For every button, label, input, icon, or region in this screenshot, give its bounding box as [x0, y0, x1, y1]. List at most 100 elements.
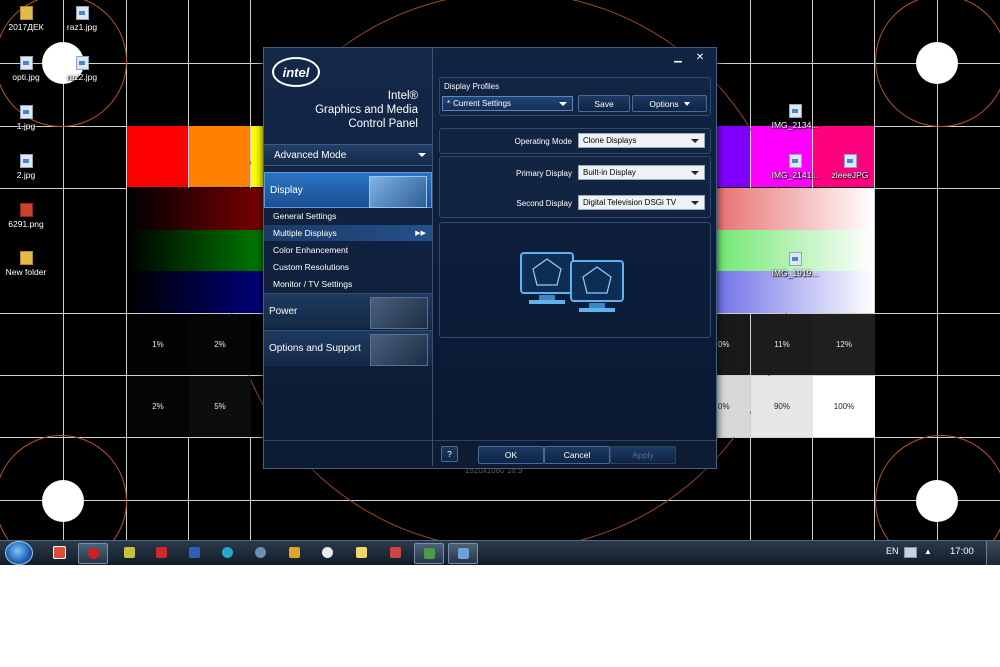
chevron-down-icon	[691, 171, 699, 175]
operating-mode-value: Clone Displays	[583, 136, 637, 145]
profile-options-button[interactable]: Options	[632, 95, 707, 112]
show-desktop-button[interactable]	[986, 541, 1000, 565]
desktop-icon-folder[interactable]: 2017ДЕК	[0, 6, 56, 32]
close-button[interactable]: ✕	[690, 51, 710, 64]
chevron-down-icon	[691, 201, 699, 205]
second-display-select[interactable]: Digital Television DSGi TV	[578, 195, 705, 210]
taskbar-app[interactable]	[313, 543, 341, 562]
image-file-icon	[788, 104, 802, 118]
subnav-color-enhancement[interactable]: Color Enhancement	[264, 242, 432, 258]
taskbar-app[interactable]	[347, 543, 375, 562]
app-icon	[389, 547, 401, 558]
image-file-icon	[843, 154, 857, 168]
intel-logo: intel	[272, 57, 320, 87]
subnav-general-settings[interactable]: General Settings	[264, 208, 432, 224]
desktop-icon-label: IMG_2141...	[771, 170, 819, 180]
desktop-icon-png[interactable]: 6291.png	[0, 203, 56, 229]
mode-dropdown-label: Advanced Mode	[274, 149, 347, 161]
content-pane: ▁ ✕ Display Profiles * Current Settings …	[432, 48, 716, 467]
folder-icon	[19, 6, 33, 20]
image-file-icon	[75, 56, 89, 70]
nav-power[interactable]: Power	[264, 293, 432, 329]
desktop-icon-folder[interactable]: New folder	[0, 251, 56, 277]
taskbar-app[interactable]	[147, 543, 175, 562]
subnav-multiple-displays[interactable]: Multiple Displays ▶▶	[264, 225, 432, 241]
desktop-icon-label: New folder	[5, 267, 47, 277]
second-display-value: Digital Television DSGi TV	[583, 198, 677, 207]
app-icon	[221, 547, 233, 558]
save-profile-button[interactable]: Save	[578, 95, 630, 112]
navigation-pane: intel Intel® Graphics and Media Control …	[264, 48, 432, 467]
test-dot	[42, 480, 84, 522]
grid-line	[874, 0, 875, 540]
color-swatch	[251, 126, 263, 187]
desktop-icon-label: IMG_1919...	[771, 268, 819, 278]
monitor-icon	[369, 176, 427, 208]
desktop-icon-image[interactable]: IMG_2134...	[765, 104, 825, 130]
gradient-band-green	[127, 230, 263, 272]
app-icon	[321, 547, 333, 558]
cancel-button[interactable]: Cancel	[544, 446, 610, 464]
image-file-icon	[788, 252, 802, 266]
mode-dropdown[interactable]: Advanced Mode	[264, 144, 432, 166]
close-icon: ✕	[695, 52, 705, 63]
taskbar-app[interactable]	[246, 543, 274, 562]
taskbar-app[interactable]	[381, 543, 409, 562]
desktop-icon-label: raz2.jpg	[66, 72, 98, 82]
color-swatch	[189, 126, 250, 187]
minimize-button[interactable]: ▁	[668, 51, 688, 64]
show-hidden-icons-arrow[interactable]: ▲	[924, 547, 932, 556]
primary-display-select[interactable]: Built-in Display	[578, 165, 705, 180]
intel-control-panel-window: intel Intel® Graphics and Media Control …	[263, 47, 717, 469]
taskbar-app[interactable]	[280, 543, 308, 562]
desktop-icon-image[interactable]: raz2.jpg	[52, 56, 112, 82]
chevron-down-icon	[418, 153, 426, 157]
subnav-monitor-tv-settings[interactable]: Monitor / TV Settings	[264, 276, 432, 292]
desktop-icon-image[interactable]: raz1.jpg	[52, 6, 112, 32]
image-file-icon	[75, 6, 89, 20]
desktop-icon-image[interactable]: IMG_2141...	[765, 154, 825, 180]
desktop-icon-label: 2017ДЕК	[8, 22, 44, 32]
percent-cell: 11%	[751, 314, 813, 375]
nav-options-support[interactable]: Options and Support	[264, 330, 432, 366]
profile-select[interactable]: * Current Settings	[442, 96, 573, 111]
primary-display-value: Built-in Display	[583, 168, 636, 177]
help-button[interactable]: ?	[441, 446, 458, 462]
desktop-icon-image[interactable]: IMG_1919...	[765, 252, 825, 278]
gradient-band-blue	[127, 271, 263, 313]
nav-display[interactable]: Display	[264, 172, 432, 208]
language-indicator[interactable]: EN	[886, 546, 899, 556]
power-icon	[370, 297, 428, 329]
taskbar-app[interactable]	[115, 543, 143, 562]
operating-mode-select[interactable]: Clone Displays	[578, 133, 705, 148]
minimize-icon: ▁	[674, 52, 682, 63]
taskbar-app[interactable]	[414, 543, 444, 564]
app-icon	[254, 547, 266, 558]
subnav-custom-resolutions[interactable]: Custom Resolutions	[264, 259, 432, 275]
taskbar-intel-graphics[interactable]	[448, 543, 478, 564]
start-button[interactable]	[5, 541, 33, 565]
apply-button[interactable]: Apply	[610, 446, 676, 464]
color-swatch	[715, 126, 750, 187]
taskbar-app[interactable]	[180, 543, 208, 562]
desktop-icon-image[interactable]: opti.jpg	[0, 56, 56, 82]
operating-mode-row: Operating Mode Clone Displays	[439, 128, 711, 154]
profile-options-label: Options	[649, 98, 679, 109]
opera-icon	[87, 548, 99, 559]
tools-icon	[370, 334, 428, 366]
ok-button[interactable]: OK	[478, 446, 544, 464]
app-icon	[52, 546, 66, 559]
keyboard-icon[interactable]	[904, 547, 917, 558]
taskbar-app[interactable]	[213, 543, 241, 562]
clock[interactable]: 17:00	[950, 546, 974, 557]
percent-cell: 5%	[189, 376, 251, 437]
percent-cell: 2%	[189, 314, 251, 375]
taskbar-app[interactable]	[45, 543, 73, 562]
percent-cell: 90%	[751, 376, 813, 437]
app-title-line2: Graphics and Media	[315, 104, 418, 116]
taskbar-opera[interactable]	[78, 543, 108, 564]
image-file-icon	[19, 105, 33, 119]
desktop-icon-image[interactable]: 1.jpg	[0, 105, 56, 131]
desktop-icon-image[interactable]: 2.jpg	[0, 154, 56, 180]
desktop-icon-image[interactable]: zleeeJPG	[820, 154, 880, 180]
